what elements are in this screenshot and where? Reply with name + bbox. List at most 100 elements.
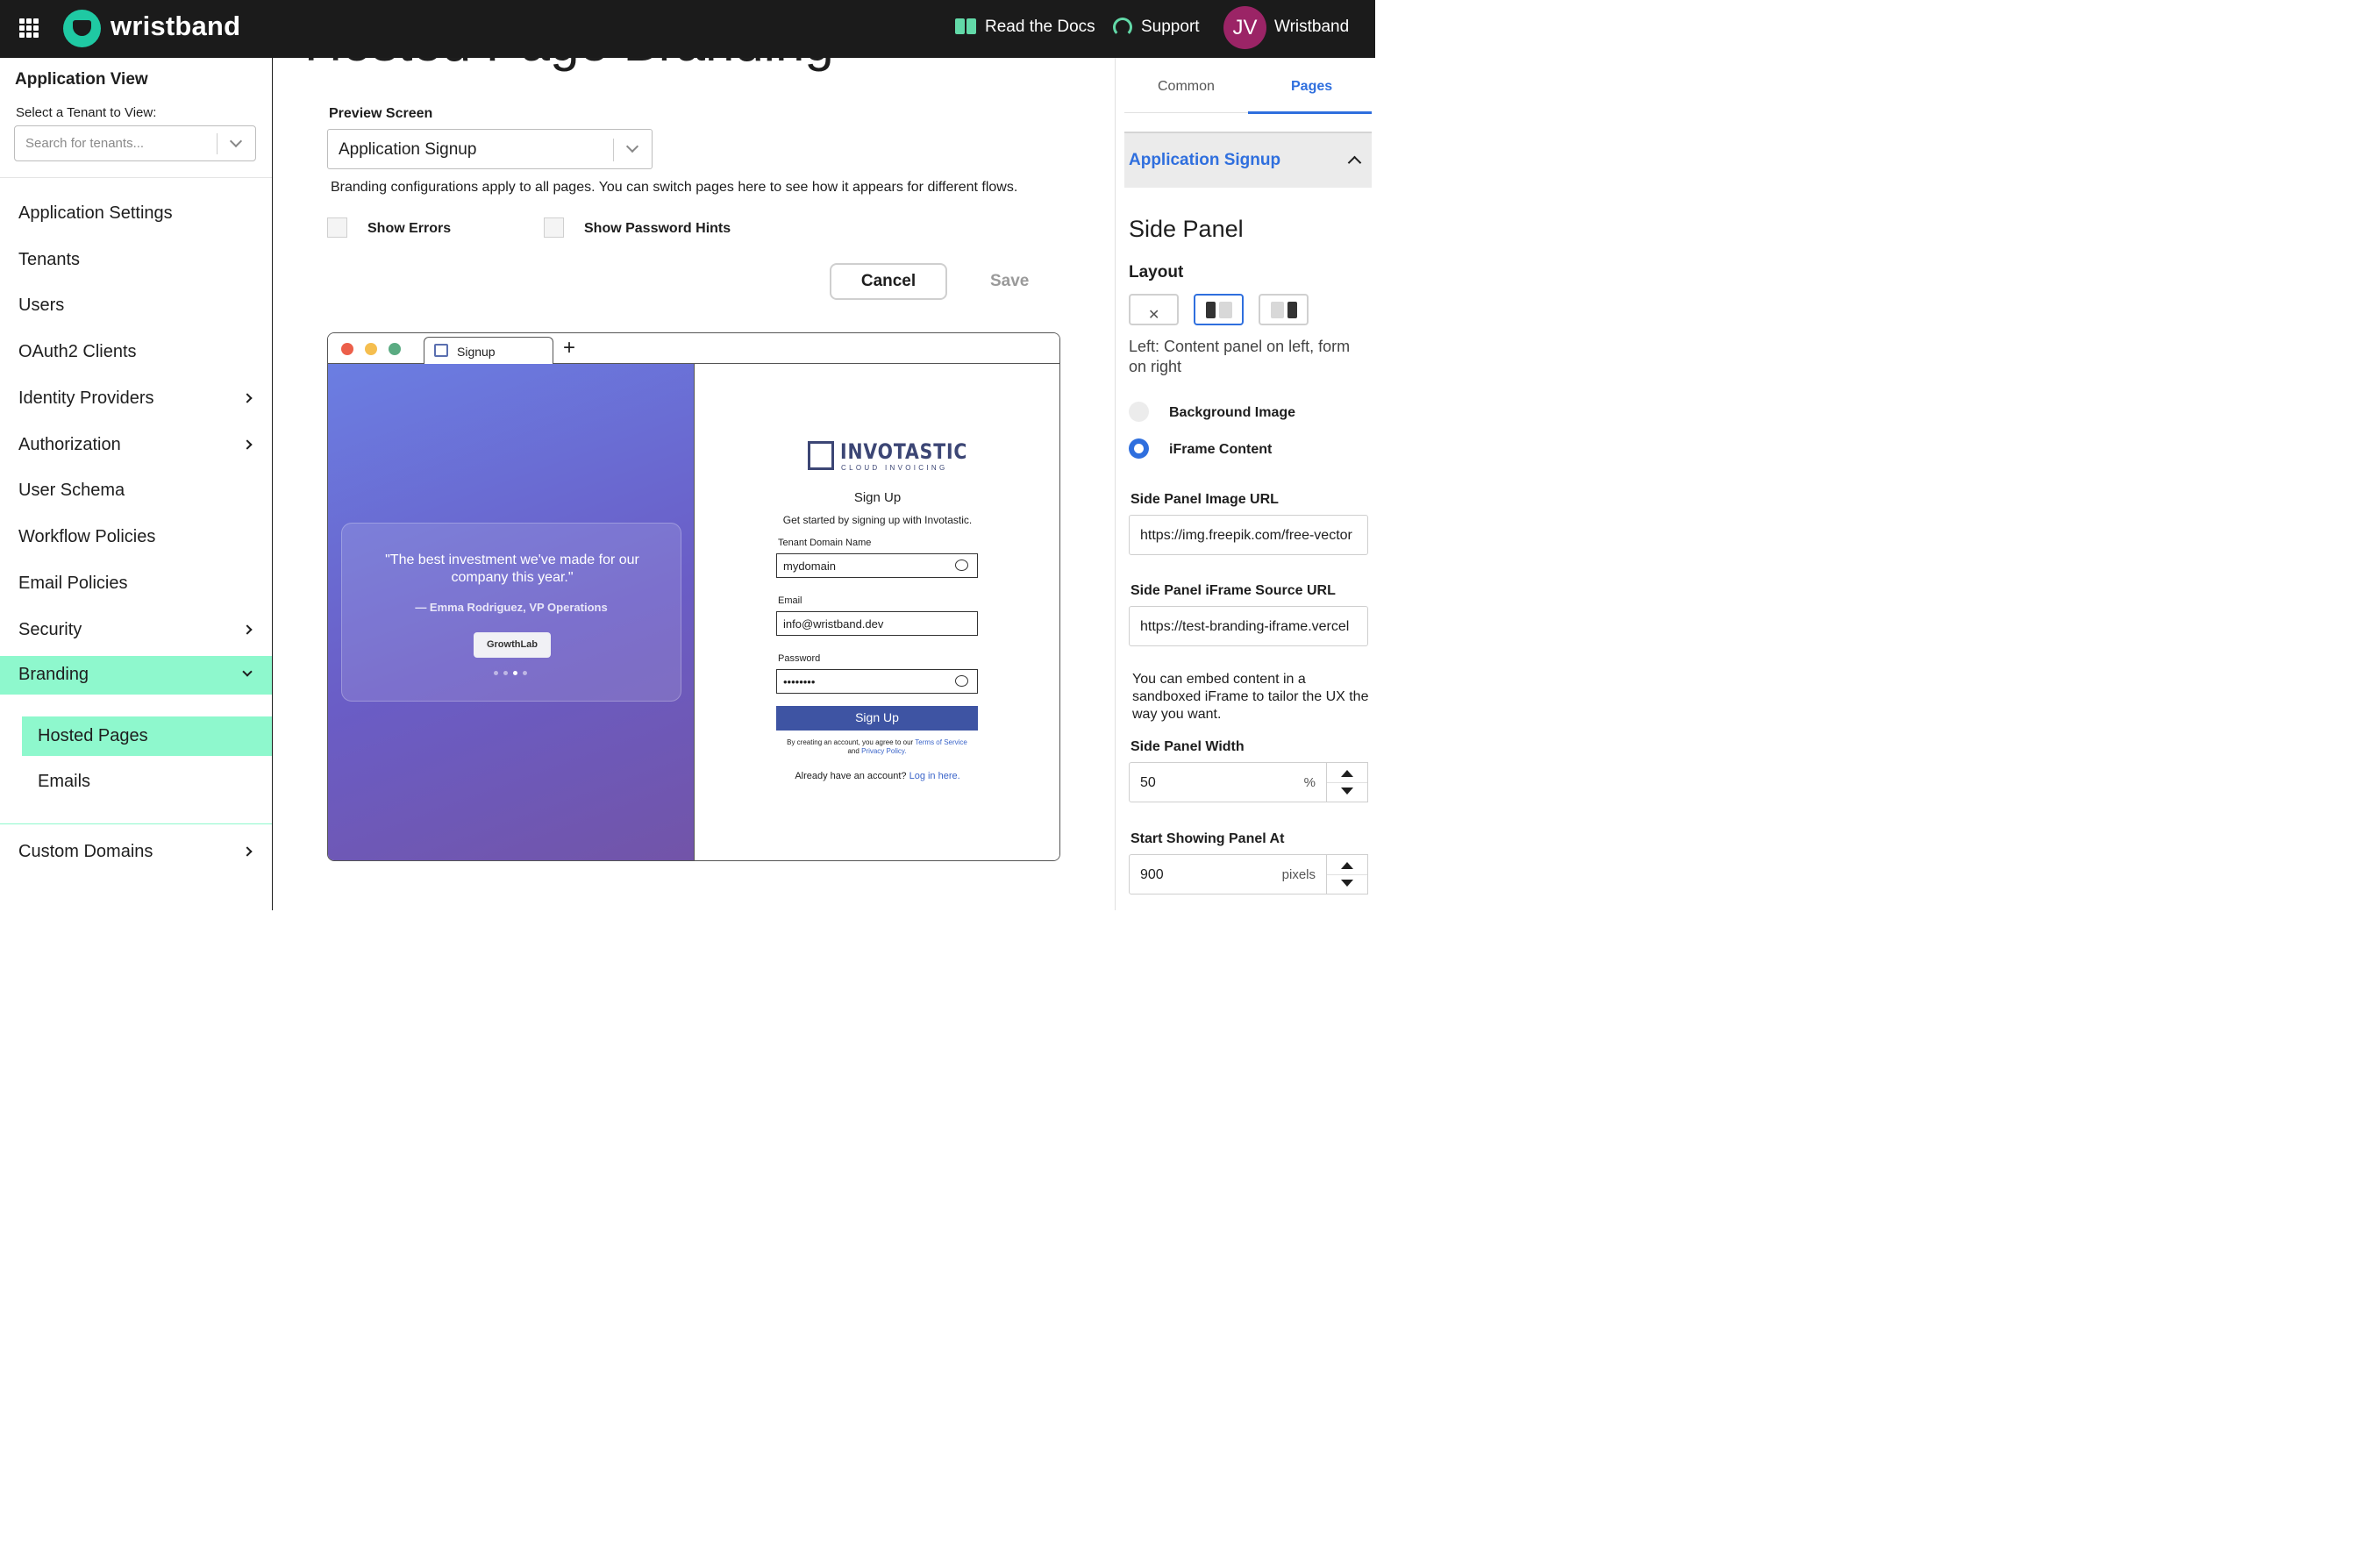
brand-name[interactable]: wristband — [111, 11, 240, 42]
sidebar-item-security[interactable]: Security — [0, 611, 272, 650]
chevron-right-icon — [242, 624, 253, 635]
password-value: •••••••• — [783, 675, 816, 688]
login-link: Log in here. — [909, 771, 960, 781]
support-link[interactable]: Support — [1113, 18, 1200, 37]
top-bar: wristband Read the Docs Support JV Wrist… — [0, 0, 1375, 58]
avatar[interactable]: JV — [1223, 6, 1266, 49]
preview-side-panel: "The best investment we've made for our … — [328, 364, 694, 860]
sidebar-item-email-policies[interactable]: Email Policies — [0, 565, 272, 603]
sidebar-subitem-emails[interactable]: Emails — [22, 762, 272, 802]
chevron-up-icon — [1347, 155, 1362, 170]
sidebar-item-identity-providers[interactable]: Identity Providers — [0, 380, 272, 418]
start-showing-input[interactable]: 900 pixels — [1129, 854, 1327, 894]
sidebar-subitem-hosted-pages[interactable]: Hosted Pages — [22, 716, 272, 756]
close-icon: ✕ — [1148, 308, 1160, 323]
increment-icon[interactable] — [1341, 770, 1353, 777]
email-field: info@wristband.dev — [776, 611, 978, 636]
email-label: Email — [778, 595, 802, 606]
chevron-down-icon[interactable] — [625, 139, 639, 153]
cancel-button[interactable]: Cancel — [830, 263, 947, 300]
iframe-content-radio[interactable] — [1129, 438, 1149, 459]
sidebar: Application View Select a Tenant to View… — [0, 58, 273, 910]
layout-right-button[interactable] — [1259, 294, 1309, 325]
start-showing-stepper[interactable] — [1327, 854, 1368, 894]
sidebar-subitem-label: Hosted Pages — [38, 726, 148, 745]
layout-left-icon-form — [1219, 302, 1232, 318]
browser-tab-label: Signup — [457, 345, 496, 359]
sidebar-item-branding[interactable]: Branding — [0, 656, 272, 695]
show-password-hints-checkbox[interactable] — [544, 217, 564, 238]
password-label: Password — [778, 653, 821, 664]
iframe-url-input[interactable]: https://test-branding-iframe.vercel — [1129, 606, 1368, 646]
decrement-icon[interactable] — [1341, 880, 1353, 887]
chevron-down-icon[interactable] — [229, 134, 243, 148]
user-name[interactable]: Wristband — [1274, 18, 1349, 37]
layout-none-button[interactable]: ✕ — [1129, 294, 1179, 325]
panel-width-stepper[interactable] — [1327, 762, 1368, 802]
background-image-radio[interactable] — [1129, 402, 1149, 422]
layout-right-icon-form — [1271, 302, 1284, 318]
preview-screen-select[interactable]: Application Signup — [327, 129, 653, 169]
sidebar-item-label: Users — [18, 296, 65, 315]
select-separator — [613, 139, 614, 161]
read-docs-link[interactable]: Read the Docs — [955, 18, 1095, 37]
testimonial-card: "The best investment we've made for our … — [341, 523, 681, 702]
tenant-search-input[interactable]: Search for tenants... — [14, 125, 256, 161]
chevron-right-icon — [242, 393, 253, 403]
panel-width-value: 50 — [1140, 775, 1156, 790]
preview-screen-value: Application Signup — [339, 140, 477, 159]
side-panel-heading: Side Panel — [1129, 216, 1244, 242]
app-grid-icon[interactable] — [19, 18, 39, 38]
image-url-input[interactable]: https://img.freepik.com/free-vector — [1129, 515, 1368, 555]
sidebar-item-workflow-policies[interactable]: Workflow Policies — [0, 518, 272, 557]
branding-settings-panel: Common Pages Application Signup Side Pan… — [1115, 58, 1375, 910]
layout-description: Left: Content panel on left, form on rig… — [1129, 338, 1351, 375]
tab-common[interactable]: Common — [1158, 79, 1215, 95]
layout-right-icon — [1287, 302, 1297, 318]
show-errors-checkbox[interactable] — [327, 217, 347, 238]
sidebar-item-label: Application Settings — [18, 203, 173, 223]
signup-subtitle: Get started by signing up with Invotasti… — [782, 514, 973, 526]
chevron-right-icon — [242, 846, 253, 857]
read-docs-label: Read the Docs — [985, 18, 1095, 36]
iframe-url-label: Side Panel iFrame Source URL — [1131, 583, 1336, 598]
sidebar-item-user-schema[interactable]: User Schema — [0, 472, 272, 510]
accordion-title: Application Signup — [1129, 151, 1281, 169]
stepper-divider — [1327, 874, 1367, 875]
browser-tab: Signup — [424, 337, 553, 364]
main-content: Hosted Page Branding Preview Screen Appl… — [273, 58, 1115, 910]
wristband-logo-icon — [63, 10, 101, 47]
chevron-down-icon — [242, 666, 253, 677]
tenant-search-placeholder: Search for tenants... — [25, 136, 145, 151]
increment-icon[interactable] — [1341, 862, 1353, 869]
carousel-dot — [523, 671, 527, 675]
background-image-label: Background Image — [1169, 405, 1296, 420]
sidebar-title: Application View — [15, 70, 148, 89]
sidebar-item-label: Security — [18, 620, 82, 639]
accordion-application-signup[interactable]: Application Signup — [1124, 132, 1372, 188]
sidebar-item-application-settings[interactable]: Application Settings — [0, 195, 272, 233]
carousel-dot — [513, 671, 517, 675]
sidebar-item-label: Email Policies — [18, 574, 128, 593]
sidebar-item-authorization[interactable]: Authorization — [0, 426, 272, 465]
panel-width-label: Side Panel Width — [1131, 739, 1245, 754]
tab-pages[interactable]: Pages — [1291, 79, 1332, 95]
login-prefix: Already have an account? — [795, 771, 907, 781]
sidebar-item-label: Custom Domains — [18, 842, 153, 861]
save-button[interactable]: Save — [990, 272, 1029, 291]
panel-width-input[interactable]: 50 % — [1129, 762, 1327, 802]
active-tab-indicator — [1248, 111, 1372, 114]
decrement-icon[interactable] — [1341, 788, 1353, 795]
link-icon — [955, 559, 968, 571]
tenant-domain-label: Tenant Domain Name — [778, 538, 872, 548]
sidebar-item-users[interactable]: Users — [0, 287, 272, 325]
sidebar-item-custom-domains[interactable]: Custom Domains — [0, 833, 272, 872]
panel-width-unit: % — [1303, 775, 1316, 790]
sidebar-item-oauth2-clients[interactable]: OAuth2 Clients — [0, 333, 272, 372]
sidebar-item-tenants[interactable]: Tenants — [0, 241, 272, 280]
preview-browser: Signup + "The best investment we've made… — [327, 332, 1060, 861]
login-prompt: Already have an account? Log in here. — [695, 771, 1059, 781]
start-showing-unit: pixels — [1281, 867, 1316, 882]
terms-link: Terms of Service — [915, 738, 967, 746]
layout-left-button[interactable] — [1194, 294, 1244, 325]
